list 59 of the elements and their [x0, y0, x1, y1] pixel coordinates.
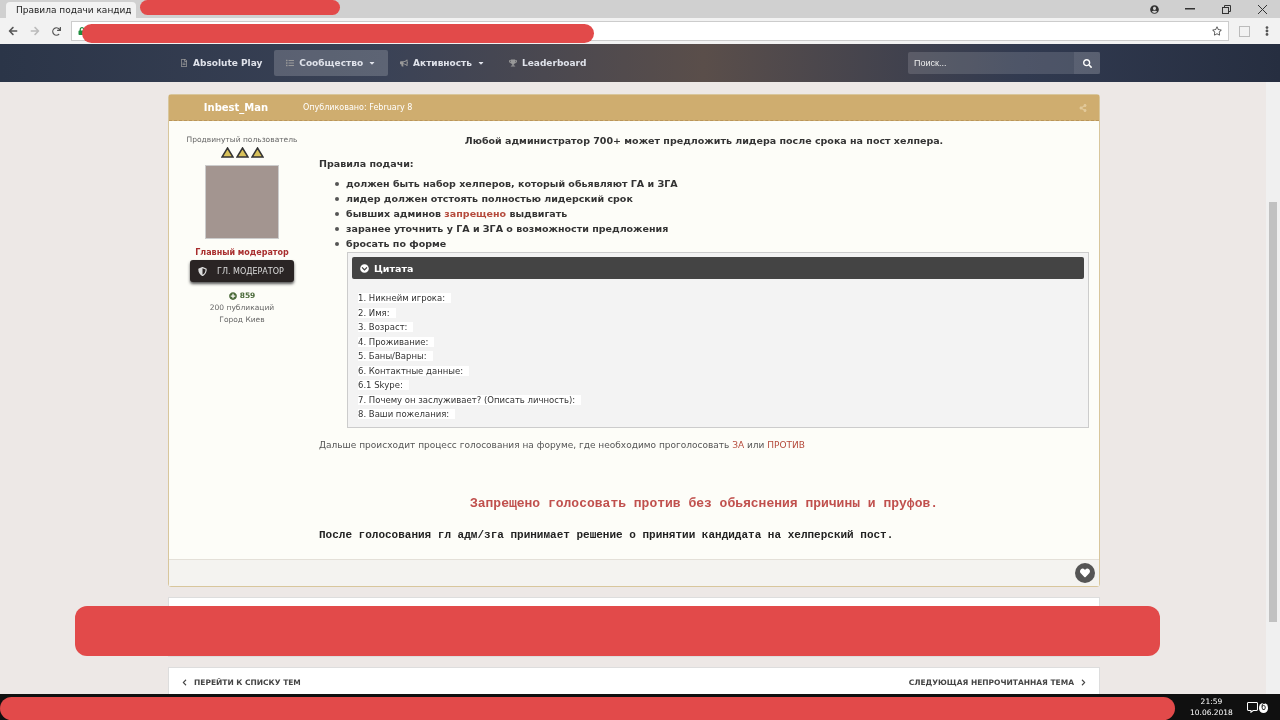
chevron-icon	[360, 263, 369, 273]
list-icon	[286, 59, 295, 67]
minimize-icon	[1185, 8, 1195, 10]
nav-item[interactable]: Leaderboard	[497, 50, 599, 76]
megaphone-icon	[400, 59, 409, 67]
reload-button[interactable]	[50, 24, 63, 38]
comment-icon	[1246, 701, 1258, 713]
vote-link[interactable]: ПРОТИВ	[767, 440, 805, 450]
rule-item: заранее уточнить у ГА и ЗГА о возможности предложения	[346, 222, 669, 235]
search-button[interactable]	[1074, 52, 1100, 74]
trophy-icon	[509, 59, 517, 67]
profile-icon	[1149, 4, 1159, 14]
forward-arrow-icon	[30, 26, 40, 36]
close-icon	[1257, 4, 1267, 14]
group-badge: ГЛ. МОДЕРАТОР	[190, 260, 294, 282]
back-arrow-icon	[8, 26, 18, 36]
notification-button[interactable]: 6	[1244, 699, 1270, 715]
publish-date: Опубликовано: February 8	[303, 103, 413, 112]
search-field[interactable]: Поиск...	[908, 52, 1100, 74]
scroll-thumb[interactable]	[1269, 202, 1277, 622]
vote-link[interactable]: ЗА	[732, 440, 745, 450]
bullet-icon	[335, 181, 339, 186]
plus-icon	[228, 291, 237, 300]
triangle-icon	[250, 147, 264, 158]
rule-item: должен быть набор хелперов, который обьявляют ГА и ЗГА	[346, 177, 678, 190]
shield-icon	[198, 266, 207, 276]
author-name: Inbest_Man	[202, 102, 270, 113]
rule-item: бросать по форме	[346, 237, 447, 250]
like-button[interactable]	[1075, 563, 1095, 583]
decision-text: После голосования гл адм/зга принимает решение о принятии кандидата на хелперский пост.	[319, 529, 895, 541]
heart-icon	[1080, 568, 1090, 578]
triangle-icon	[220, 147, 234, 158]
back-button[interactable]	[6, 24, 20, 38]
browser-tab[interactable]: Правила подачи кандид	[6, 2, 136, 18]
bullet-icon	[335, 241, 339, 246]
rules-title: Правила подачи:	[319, 158, 415, 169]
bullet-icon	[335, 211, 339, 216]
user-group: Главный модератор	[195, 248, 289, 257]
nav-item[interactable]: Absolute Play	[168, 50, 275, 76]
reload-icon	[52, 26, 61, 36]
bullet-icon	[335, 226, 339, 231]
quote-header[interactable]: Цитата	[352, 257, 1084, 279]
star-icon[interactable]	[1212, 26, 1222, 36]
extension-icon	[1239, 25, 1250, 37]
chevron-right-icon	[1080, 679, 1087, 686]
rule-item: бывших админов запрещено выдвигать	[346, 207, 568, 220]
page-icon	[180, 59, 188, 67]
voting-text: Дальше происходит процесс голосования на форуме, где необходимо проголосовать ЗА или ПРОТИВ	[319, 440, 806, 450]
rule-item: лидер должен отстоять полностью лидерский срок	[346, 192, 633, 205]
search-icon	[1082, 58, 1092, 68]
bullet-icon	[335, 196, 339, 201]
search-input[interactable]: Поиск...	[908, 58, 1074, 68]
nav-item[interactable]: Сообщество	[274, 50, 389, 76]
warning-text: Запрещено голосовать против без обьяснения причины и пруфов.	[468, 496, 940, 511]
nav-item[interactable]: Активность	[388, 50, 497, 76]
restore-icon	[1221, 4, 1231, 14]
chevron-left-icon	[181, 679, 188, 686]
triangle-icon	[235, 147, 249, 158]
post-lead: Любой администратор 700+ может предложить лидера после срока на пост хелпера.	[463, 135, 945, 146]
